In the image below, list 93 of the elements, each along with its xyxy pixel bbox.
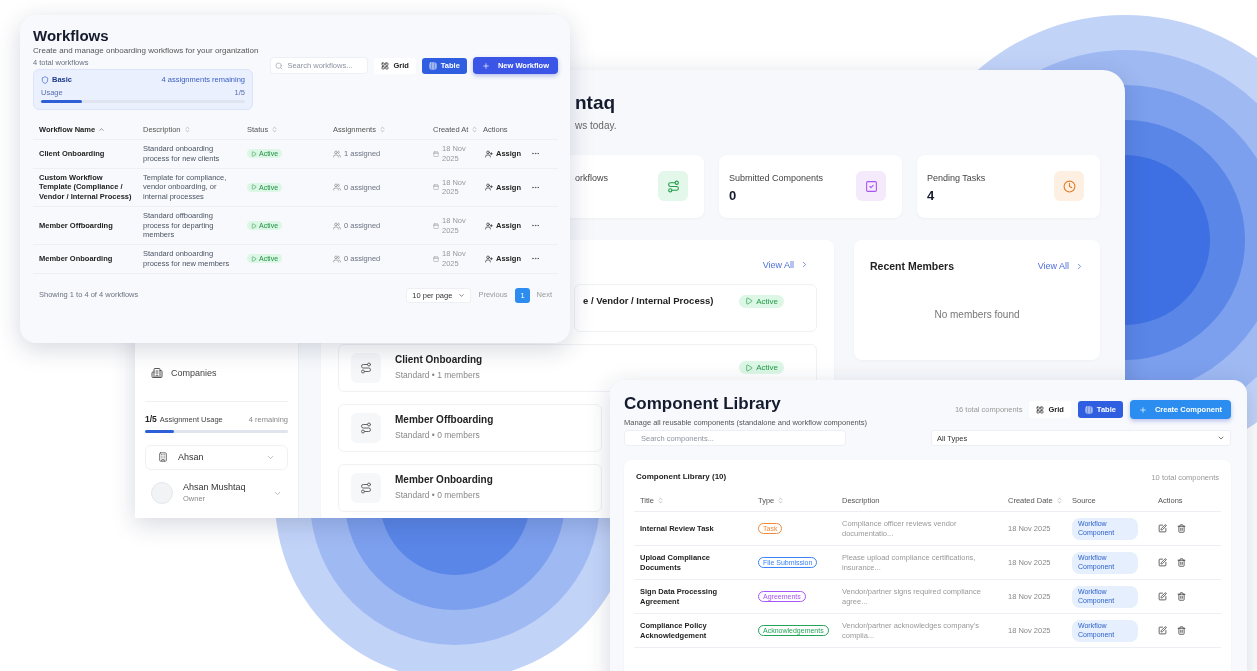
- edit-icon: [1158, 626, 1167, 636]
- delete-button[interactable]: [1177, 558, 1186, 568]
- stat-value: 4: [927, 187, 936, 203]
- chevron-right-icon: [1075, 261, 1084, 271]
- delete-button[interactable]: [1177, 592, 1186, 602]
- user-plus-icon: [485, 254, 493, 263]
- chevron-right-icon: [800, 260, 809, 269]
- edit-button[interactable]: [1158, 626, 1167, 636]
- grid-icon: [1036, 405, 1045, 414]
- calendar-icon: [433, 222, 439, 229]
- route-icon: [666, 179, 680, 193]
- workflow-name: Member Onboarding: [395, 474, 493, 487]
- workflow-meta: Standard • 0 members: [395, 489, 481, 501]
- status-badge: Active: [739, 294, 784, 308]
- workflow-item[interactable]: Client Onboarding Standard • 1 members Active: [338, 343, 817, 392]
- sort-icon: [183, 126, 191, 134]
- delete-button[interactable]: [1177, 524, 1186, 534]
- page-title: Workflows: [33, 27, 110, 44]
- shield-icon: [41, 76, 49, 85]
- avatar-circle: [151, 482, 173, 504]
- user-plus-icon: [485, 183, 493, 192]
- play-icon: [251, 255, 257, 262]
- workflow-item[interactable]: e / Vendor / Internal Process) Active: [574, 283, 817, 332]
- workflow-meta: Standard • 0 members: [395, 429, 481, 441]
- user-plus-icon: [485, 221, 493, 230]
- edit-icon: [1158, 558, 1167, 568]
- route-icon: [360, 361, 372, 374]
- page-subtitle: Create and manage onboarding workflows for your organization: [33, 46, 259, 56]
- trash-icon: [1177, 524, 1186, 534]
- stat-value: 0: [729, 187, 738, 203]
- card-title: Component Library (10): [636, 472, 727, 483]
- table-icon: [428, 61, 437, 70]
- workflow-item[interactable]: Member Onboarding Standard • 0 members: [338, 463, 602, 512]
- sort-icon: [1055, 497, 1063, 505]
- users-icon: [333, 221, 341, 230]
- sort-icon: [378, 126, 386, 134]
- stat-label: orkflows: [575, 172, 608, 184]
- play-icon: [251, 150, 257, 157]
- users-icon: [333, 254, 341, 263]
- play-icon: [251, 222, 257, 229]
- calendar-icon: [433, 184, 439, 191]
- sort-up-icon: [98, 126, 106, 134]
- workflow-meta: Standard • 1 members: [395, 369, 481, 381]
- greeting-subtitle: ws today.: [575, 120, 618, 133]
- workflow-name: Member Offboarding: [395, 414, 494, 427]
- edit-button[interactable]: [1158, 558, 1167, 568]
- play-icon: [745, 297, 754, 305]
- usage-count: 1/5: [145, 414, 157, 425]
- trash-icon: [1177, 558, 1186, 568]
- sort-icon: [656, 497, 664, 505]
- user-plus-icon: [485, 149, 493, 158]
- play-icon: [251, 184, 257, 191]
- clock-icon: [1062, 179, 1076, 193]
- plus-icon: [1138, 405, 1147, 414]
- calendar-icon: [433, 150, 439, 157]
- card-title: Recent Members: [870, 259, 955, 273]
- stat-label: Submitted Components: [729, 172, 824, 184]
- view-all-link[interactable]: View All: [1037, 261, 1084, 272]
- grid-icon: [381, 61, 390, 70]
- calendar-icon: [433, 255, 439, 262]
- workspace-select[interactable]: Ahsan: [145, 444, 288, 470]
- user-name: Ahsan Mushtaq: [183, 482, 246, 494]
- workflow-name: Client Onboarding: [395, 354, 483, 367]
- stat-label: Pending Tasks: [927, 172, 986, 184]
- users-icon: [333, 149, 341, 158]
- sidebar-item[interactable]: Companies: [145, 359, 288, 388]
- edit-button[interactable]: [1158, 592, 1167, 602]
- building-icon: [158, 452, 168, 463]
- chevron-down-icon: [458, 291, 466, 299]
- view-all-link[interactable]: View All: [762, 259, 809, 270]
- greeting-heading: ntaq: [575, 92, 617, 114]
- workflow-item[interactable]: Member Offboarding Standard • 0 members: [338, 403, 602, 452]
- more-icon[interactable]: [531, 221, 540, 230]
- edit-button[interactable]: [1158, 524, 1167, 534]
- table-icon: [1084, 405, 1093, 414]
- trash-icon: [1177, 592, 1186, 602]
- users-icon: [333, 183, 341, 192]
- sort-icon: [271, 126, 279, 134]
- route-icon: [360, 421, 372, 434]
- check-square-icon: [864, 179, 878, 193]
- status-badge: Active: [739, 361, 784, 374]
- plus-icon: [481, 61, 490, 70]
- edit-icon: [1158, 524, 1167, 534]
- edit-icon: [1158, 592, 1167, 602]
- trash-icon: [1177, 626, 1186, 636]
- sort-icon: [471, 126, 479, 134]
- building-icon: [151, 367, 163, 380]
- play-icon: [745, 363, 754, 372]
- delete-button[interactable]: [1177, 626, 1186, 636]
- sort-icon: [777, 497, 785, 505]
- page-title: Component Library: [624, 394, 782, 414]
- route-icon: [360, 481, 372, 494]
- empty-message: No members found: [934, 308, 1020, 322]
